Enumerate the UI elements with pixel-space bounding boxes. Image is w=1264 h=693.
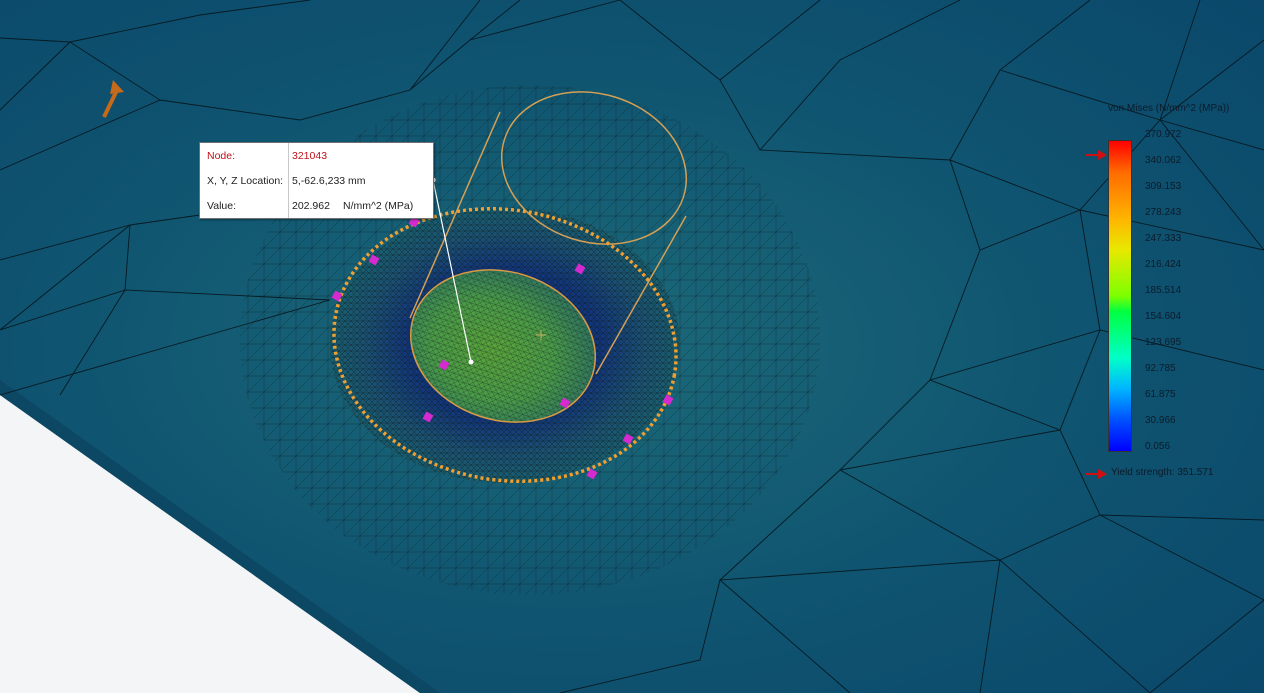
- legend-tick-label: 154.604: [1145, 311, 1182, 322]
- value-unit: N/mm^2 (MPa): [343, 200, 414, 212]
- mesh-canvas[interactable]: [0, 0, 1264, 693]
- fea-viewport[interactable]: [0, 0, 1264, 693]
- legend-color-bar: [1108, 140, 1132, 452]
- probe-result-box: Node: 321043 X, Y, Z Location: 5,-62.6,2…: [199, 142, 434, 219]
- probe-row-value: Value: 202.962 N/mm^2 (MPa): [200, 193, 433, 218]
- legend-tick-label: 247.333: [1145, 233, 1182, 244]
- legend-title: von Mises (N/mm^2 (MPa)): [1108, 103, 1230, 114]
- probe-row-node: Node: 321043: [200, 143, 433, 168]
- legend-tick-label: 185.514: [1145, 285, 1182, 296]
- legend-tick-label: 278.243: [1145, 207, 1182, 218]
- legend-tick-label: 309.153: [1145, 181, 1182, 192]
- legend-tick-label: 61.875: [1145, 389, 1176, 400]
- location-value: 5,-62.6,233 mm: [292, 175, 366, 187]
- legend-pointer-icon: [1086, 154, 1098, 156]
- node-label: Node:: [207, 150, 236, 162]
- legend-tick-label: 123.695: [1145, 337, 1182, 348]
- probe-row-location: X, Y, Z Location: 5,-62.6,233 mm: [200, 168, 433, 193]
- yield-pointer-icon: [1086, 473, 1098, 475]
- value-number: 202.962: [292, 200, 330, 212]
- value-label: Value:: [207, 200, 236, 212]
- node-value: 321043: [292, 150, 328, 162]
- legend-tick-label: 30.966: [1145, 415, 1176, 426]
- legend-tick-label: 216.424: [1145, 259, 1182, 270]
- legend-tick-label: 92.785: [1145, 363, 1176, 374]
- legend-tick-label: 340.062: [1145, 155, 1182, 166]
- probe-point: [468, 359, 474, 365]
- location-label: X, Y, Z Location:: [207, 175, 284, 187]
- legend-tick-label: 0.056: [1145, 441, 1171, 452]
- yield-strength-label: Yield strength: 351.571: [1111, 467, 1214, 478]
- legend-tick-label: 370.972: [1145, 129, 1182, 140]
